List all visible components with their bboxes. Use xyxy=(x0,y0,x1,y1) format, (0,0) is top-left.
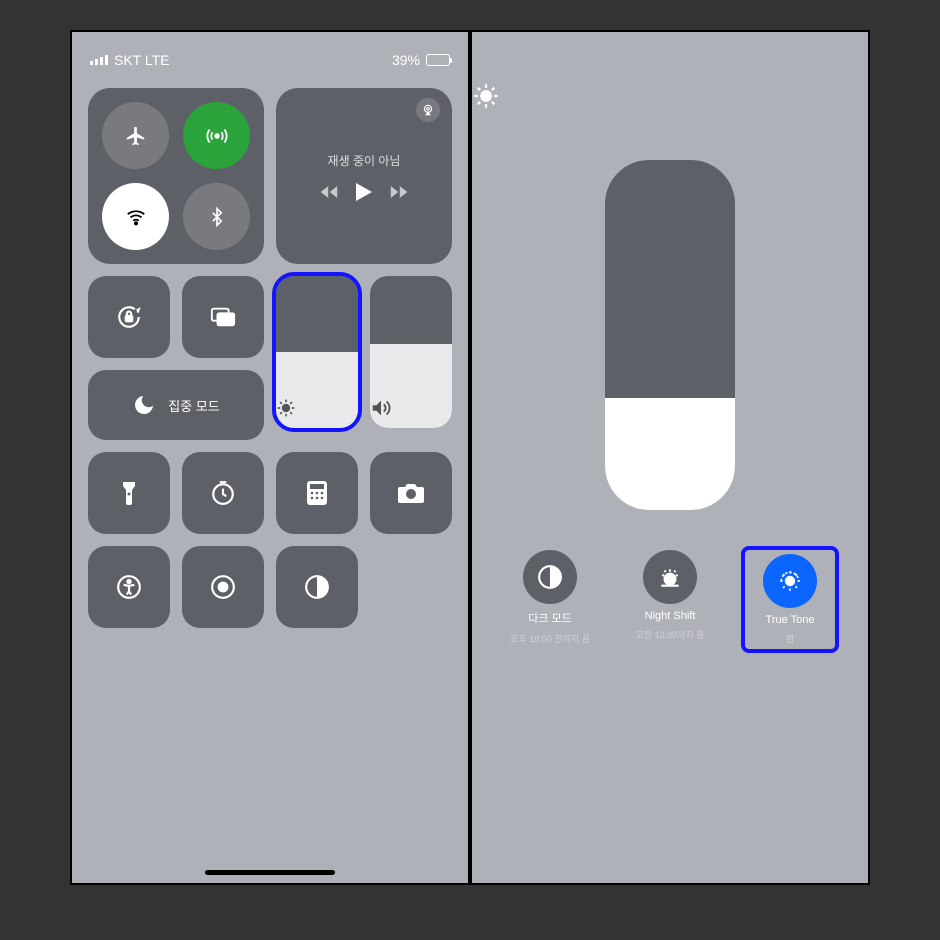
media-controls-tile[interactable]: 재생 중이 아님 xyxy=(276,88,452,264)
bluetooth-icon xyxy=(207,207,227,227)
wifi-button[interactable] xyxy=(102,183,169,250)
orientation-lock-button[interactable] xyxy=(88,276,170,358)
brightness-slider[interactable] xyxy=(276,276,358,428)
true-tone-subtitle: 켬 xyxy=(786,632,794,645)
accessibility-button[interactable] xyxy=(88,546,170,628)
focus-label: 집중 모드 xyxy=(168,396,219,415)
carrier-label: SKT LTE xyxy=(114,52,170,68)
screen-mirroring-icon xyxy=(210,306,236,328)
dark-mode-button[interactable] xyxy=(276,546,358,628)
volume-icon xyxy=(370,398,392,418)
dark-mode-toggle[interactable]: 다크 모드 오후 10:00 전까지 끔 xyxy=(505,550,595,649)
play-icon[interactable] xyxy=(356,183,372,201)
dark-mode-icon xyxy=(304,574,330,600)
orientation-lock-icon xyxy=(116,304,142,330)
dark-mode-title: 다크 모드 xyxy=(528,610,572,626)
true-tone-icon xyxy=(777,568,803,594)
dark-mode-icon xyxy=(537,564,563,590)
rewind-icon[interactable] xyxy=(320,185,338,199)
record-icon xyxy=(210,574,236,600)
bluetooth-button[interactable] xyxy=(183,183,250,250)
airplane-icon xyxy=(125,125,147,147)
media-status-label: 재생 중이 아님 xyxy=(328,152,401,169)
volume-slider[interactable] xyxy=(370,276,452,428)
calculator-icon xyxy=(306,480,328,506)
night-shift-title: Night Shift xyxy=(645,610,696,622)
cellular-signal-icon xyxy=(90,55,108,65)
moon-icon xyxy=(132,393,156,417)
connectivity-group xyxy=(88,88,264,264)
brightness-large-slider[interactable] xyxy=(605,160,735,510)
screen-record-button[interactable] xyxy=(182,546,264,628)
screen-mirroring-button[interactable] xyxy=(182,276,264,358)
true-tone-title: True Tone xyxy=(766,614,815,626)
timer-icon xyxy=(210,480,236,506)
brightness-icon xyxy=(276,398,296,418)
cellular-data-button[interactable] xyxy=(183,102,250,169)
accessibility-icon xyxy=(116,574,142,600)
control-center-panel: SKT LTE 39% xyxy=(70,30,470,885)
flashlight-icon xyxy=(121,480,137,506)
airplay-button[interactable] xyxy=(416,98,440,122)
wifi-icon xyxy=(125,206,147,228)
calculator-button[interactable] xyxy=(276,452,358,534)
night-shift-toggle[interactable]: Night Shift 오전 12:00까지 끔 xyxy=(625,550,715,649)
forward-icon[interactable] xyxy=(390,185,408,199)
night-shift-icon xyxy=(657,564,683,590)
dark-mode-subtitle: 오후 10:00 전까지 끔 xyxy=(510,632,590,645)
home-indicator[interactable] xyxy=(205,870,335,875)
focus-mode-button[interactable]: 집중 모드 xyxy=(88,370,264,440)
true-tone-toggle[interactable]: True Tone 켬 xyxy=(745,550,835,649)
airplane-mode-button[interactable] xyxy=(102,102,169,169)
camera-button[interactable] xyxy=(370,452,452,534)
flashlight-button[interactable] xyxy=(88,452,170,534)
battery-icon xyxy=(426,54,450,66)
airplay-icon xyxy=(421,103,435,117)
status-bar: SKT LTE 39% xyxy=(72,32,468,76)
cellular-antenna-icon xyxy=(206,125,228,147)
battery-percent: 39% xyxy=(392,52,420,68)
brightness-detail-panel: 다크 모드 오후 10:00 전까지 끔 Night Shift 오전 12:0… xyxy=(470,30,870,885)
timer-button[interactable] xyxy=(182,452,264,534)
night-shift-subtitle: 오전 12:00까지 끔 xyxy=(636,628,705,641)
sun-icon xyxy=(472,82,500,110)
camera-icon xyxy=(397,482,425,504)
